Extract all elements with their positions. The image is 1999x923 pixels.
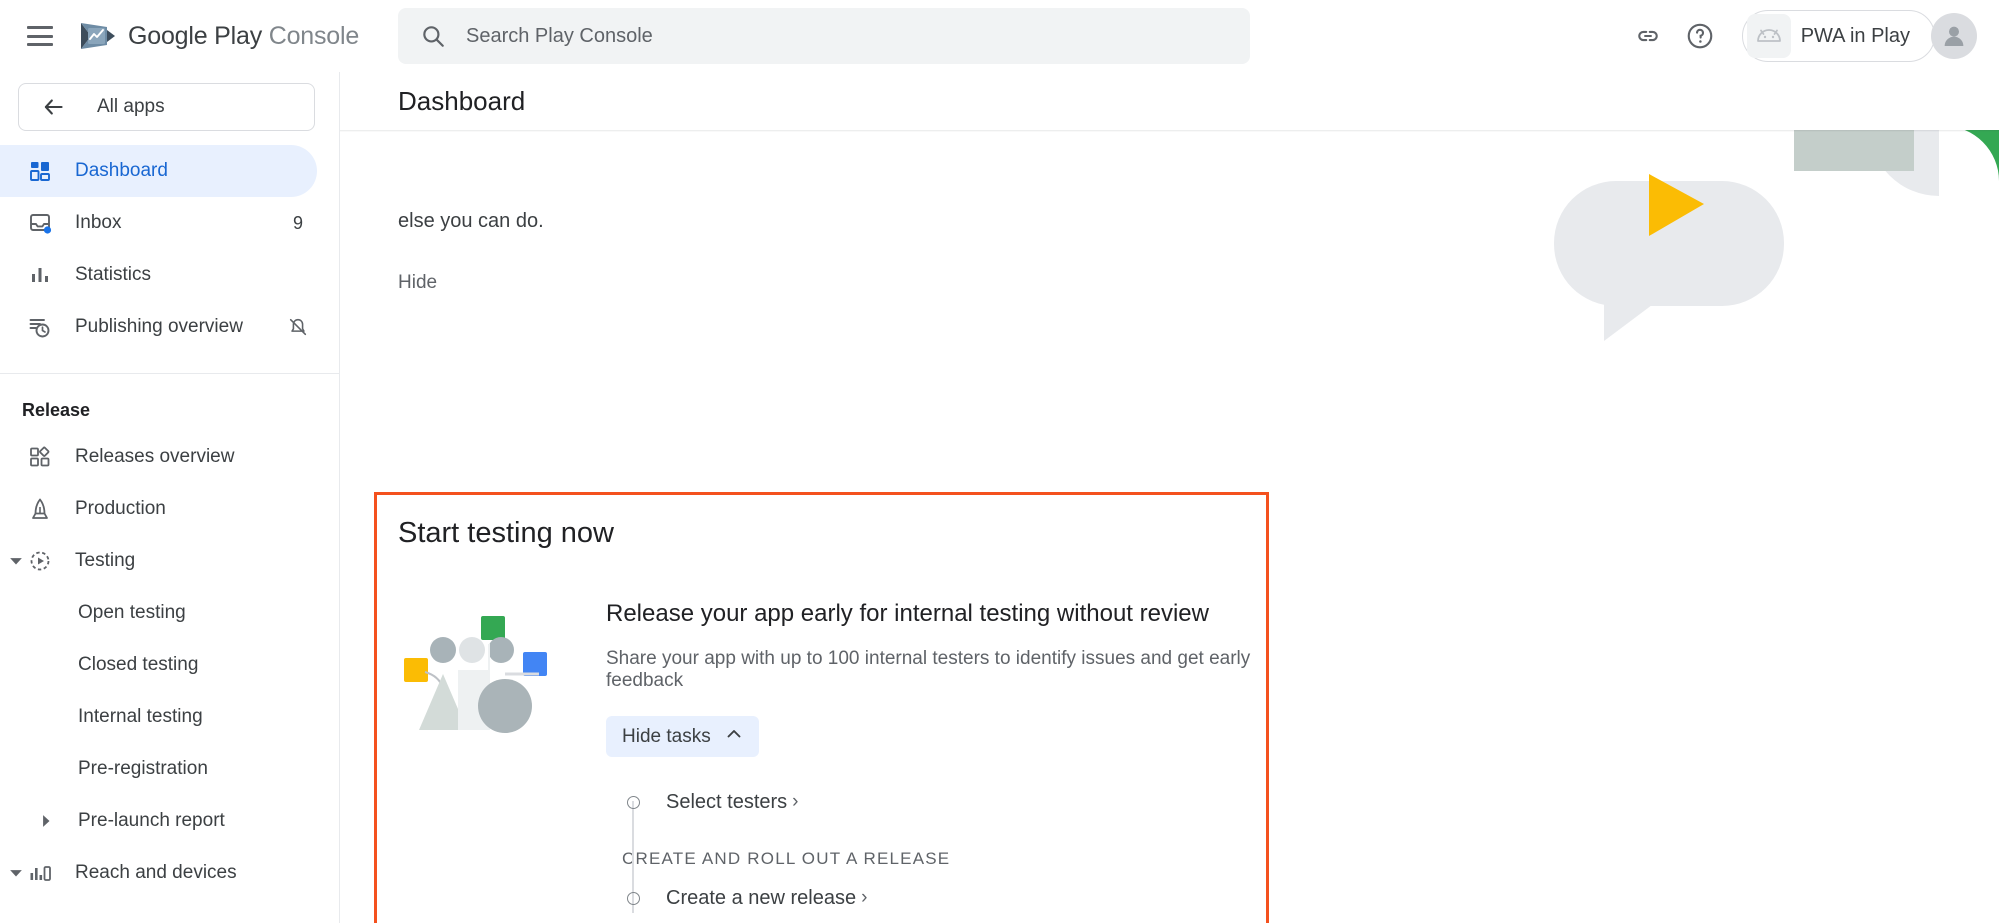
play-console-logo-icon	[77, 21, 117, 51]
dashboard-grid-icon	[27, 158, 53, 184]
sidebar-item-pre-registration[interactable]: Pre-registration	[0, 743, 339, 795]
sidebar-item-inbox[interactable]: Inbox 9	[0, 197, 339, 249]
card-heading: Release your app early for internal test…	[606, 600, 1266, 628]
sidebar-item-production[interactable]: Production	[0, 483, 339, 535]
main-content-area: Dashboard else you can do. Hide Start te…	[340, 72, 1999, 923]
sidebar-label-inbox: Inbox	[75, 212, 121, 234]
brand-primary: Google Play	[128, 22, 262, 50]
task-row-create-new-release[interactable]: Create a new release ›	[622, 877, 1266, 919]
android-head-icon	[1747, 14, 1791, 58]
task-label-create-new-release: Create a new release	[644, 887, 856, 910]
hide-tasks-label: Hide tasks	[622, 726, 711, 748]
sidebar-item-releases-overview[interactable]: Releases overview	[0, 431, 339, 483]
start-testing-now-card: Start testing now	[374, 492, 1269, 923]
page-title-bar: Dashboard	[340, 72, 1999, 130]
brand-logo-group[interactable]: Google Play Console	[77, 21, 359, 51]
sidebar-label-open-testing: Open testing	[78, 602, 186, 624]
sidebar-item-statistics[interactable]: Statistics	[0, 249, 339, 301]
card-title: Start testing now	[377, 495, 1266, 550]
rocket-icon	[27, 496, 53, 522]
chevron-up-icon	[725, 725, 743, 748]
sidebar-label-pre-registration: Pre-registration	[78, 758, 208, 780]
bar-chart-icon	[27, 262, 53, 288]
left-navigation-sidebar: All apps Dashboard	[0, 72, 340, 923]
sidebar-item-closed-testing[interactable]: Closed testing	[0, 639, 339, 691]
inbox-icon	[27, 210, 53, 236]
releases-overview-icon	[27, 444, 53, 470]
top-bar-actions: PWA in Play	[1622, 0, 1977, 72]
sidebar-item-pre-launch-report[interactable]: Pre-launch report	[0, 795, 339, 847]
title-shadow	[340, 130, 1999, 132]
sidebar-label-dashboard: Dashboard	[75, 160, 168, 182]
hamburger-menu-icon[interactable]	[27, 26, 53, 46]
page-title: Dashboard	[340, 86, 525, 117]
sidebar-section-release: Release	[0, 374, 339, 431]
arrow-left-icon	[41, 94, 67, 120]
sidebar-item-open-testing[interactable]: Open testing	[0, 587, 339, 639]
play-console-window: Google Play Console Search Play Console	[0, 0, 1999, 923]
sidebar-label-publishing-overview: Publishing overview	[75, 316, 243, 338]
primary-nav-list: Dashboard Inbox 9	[0, 131, 339, 353]
search-input[interactable]: Search Play Console	[398, 8, 1250, 64]
sidebar-label-reach-and-devices: Reach and devices	[75, 862, 237, 884]
reach-devices-icon	[27, 860, 53, 886]
sidebar-item-publishing-overview[interactable]: Publishing overview	[0, 301, 339, 353]
sidebar-item-reach-and-devices[interactable]: Reach and devices	[0, 847, 339, 899]
circle-outline-icon	[622, 796, 644, 809]
chevron-down-icon-reach[interactable]	[6, 863, 26, 883]
scrolled-body-text: else you can do.	[398, 210, 544, 233]
testing-play-icon	[27, 548, 53, 574]
sidebar-item-testing[interactable]: Testing	[0, 535, 339, 587]
help-circle-icon[interactable]	[1674, 10, 1726, 62]
all-apps-button[interactable]: All apps	[18, 83, 315, 131]
search-placeholder: Search Play Console	[466, 25, 653, 48]
task-list: Select testers › CREATE AND ROLL OUT A R…	[606, 781, 1266, 923]
chevron-right-icon[interactable]	[36, 811, 56, 831]
publishing-clock-icon	[27, 314, 53, 340]
card-subtext: Share your app with up to 100 internal t…	[606, 628, 1266, 692]
task-row-select-testers[interactable]: Select testers ›	[622, 781, 1266, 823]
testers-group-illustration	[401, 612, 551, 742]
sidebar-label-pre-launch-report: Pre-launch report	[78, 810, 225, 832]
inbox-count-badge: 9	[293, 213, 303, 234]
sidebar-label-testing: Testing	[75, 550, 135, 572]
task-label-select-testers: Select testers	[644, 791, 787, 814]
app-chip-label: PWA in Play	[1801, 25, 1924, 48]
task-group-label: CREATE AND ROLL OUT A RELEASE	[622, 823, 1266, 877]
hide-tasks-button[interactable]: Hide tasks	[606, 716, 759, 757]
search-icon	[420, 23, 446, 49]
chevron-right-icon-create-release: ›	[856, 887, 867, 909]
link-icon[interactable]	[1622, 10, 1674, 62]
circle-outline-icon-create-release	[622, 892, 644, 905]
hide-link[interactable]: Hide	[398, 272, 437, 294]
sidebar-label-internal-testing: Internal testing	[78, 706, 203, 728]
card-main-column: Release your app early for internal test…	[551, 600, 1266, 923]
sidebar-label-production: Production	[75, 498, 166, 520]
sidebar-item-internal-testing[interactable]: Internal testing	[0, 691, 339, 743]
chevron-right-icon-select-testers: ›	[787, 791, 798, 813]
dashboard-decorative-illustration	[1539, 126, 1999, 376]
brand-title: Google Play Console	[128, 22, 359, 51]
release-nav-list: Releases overview Production	[0, 431, 339, 899]
brand-secondary: Console	[269, 22, 359, 50]
app-selector-chip[interactable]: PWA in Play	[1742, 10, 1935, 62]
chevron-down-icon[interactable]	[6, 551, 26, 571]
card-body: Release your app early for internal test…	[377, 550, 1266, 923]
all-apps-label: All apps	[97, 96, 165, 118]
sidebar-label-closed-testing: Closed testing	[78, 654, 198, 676]
sidebar-label-releases-overview: Releases overview	[75, 446, 234, 468]
bell-off-icon[interactable]	[287, 316, 309, 338]
user-avatar-icon[interactable]	[1931, 13, 1977, 59]
top-app-bar: Google Play Console Search Play Console	[0, 0, 1999, 72]
sidebar-label-statistics: Statistics	[75, 264, 151, 286]
sidebar-item-dashboard[interactable]: Dashboard	[0, 145, 317, 197]
